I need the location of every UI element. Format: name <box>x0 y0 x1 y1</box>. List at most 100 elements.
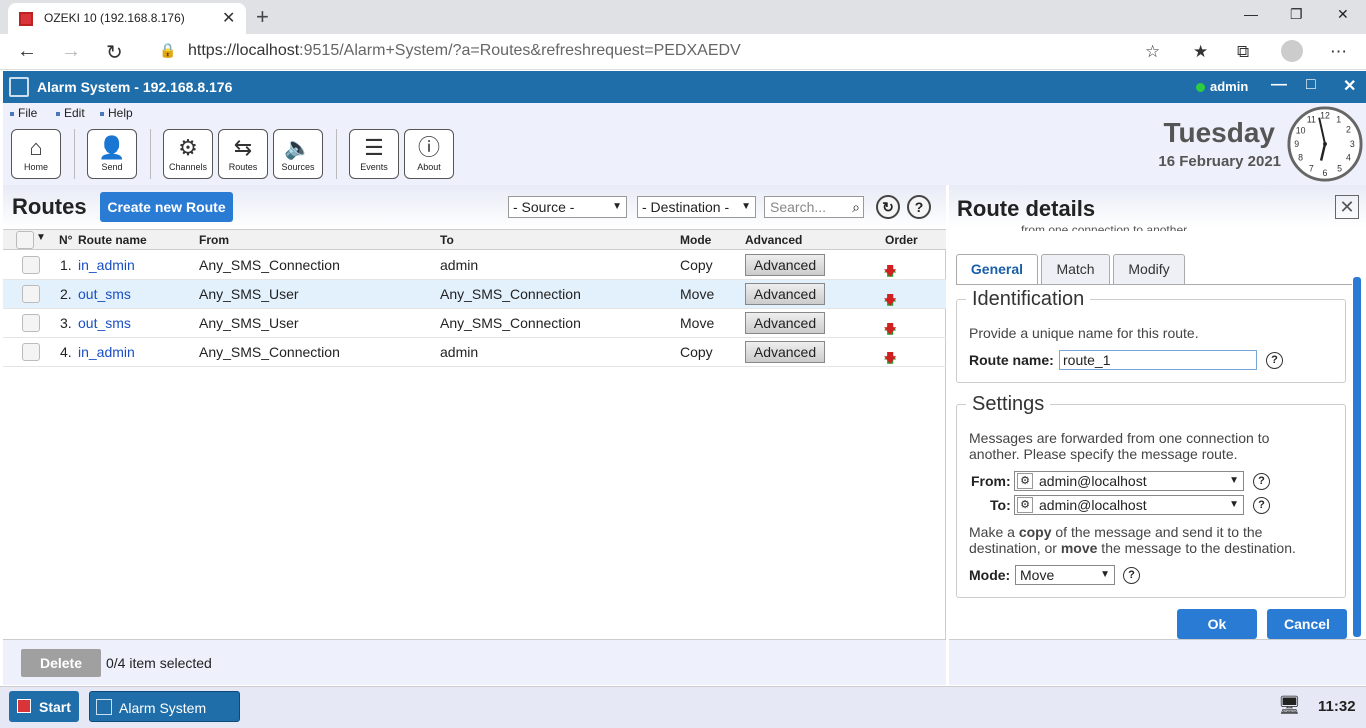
route-name-input[interactable]: route_1 <box>1059 350 1257 370</box>
start-button[interactable]: Start <box>9 691 79 722</box>
ok-button[interactable]: Ok <box>1177 609 1257 639</box>
help-icon[interactable]: ? <box>1253 473 1270 490</box>
restore-window-icon[interactable]: ❐ <box>1290 6 1303 23</box>
reload-icon[interactable]: ↻ <box>106 40 123 65</box>
home-icon: ⌂ <box>29 135 43 160</box>
toolbar-send-button[interactable]: 👤 Send <box>87 129 137 179</box>
toolbar-routes-button[interactable]: ⇆ Routes <box>218 129 268 179</box>
taskbar-app-alarm-system[interactable]: Alarm System <box>89 691 240 722</box>
online-status-icon <box>1196 83 1205 92</box>
url-path: :9515/Alarm+System/?a=Routes&refreshrequ… <box>299 42 741 59</box>
row-number: 2. <box>60 286 72 302</box>
toolbar-about-button[interactable]: ⓘ About <box>404 129 454 179</box>
tab-match[interactable]: Match <box>1041 254 1110 284</box>
route-name-link[interactable]: out_sms <box>78 286 131 302</box>
tab-modify[interactable]: Modify <box>1113 254 1185 284</box>
advanced-button[interactable]: Advanced <box>745 341 825 363</box>
row-checkbox[interactable] <box>22 285 40 303</box>
route-from: Any_SMS_User <box>199 315 299 331</box>
to-label: To: <box>990 497 1011 513</box>
address-bar-row: ← → ↻ 🔒 https://localhost:9515/Alarm+Sys… <box>0 34 1366 70</box>
col-route-name[interactable]: Route name <box>78 233 147 247</box>
forward-icon[interactable]: → <box>61 40 81 63</box>
col-to[interactable]: To <box>440 233 454 247</box>
route-name-link[interactable]: in_admin <box>78 257 135 273</box>
search-input[interactable]: Search... ⌕ <box>764 196 864 218</box>
table-row[interactable]: 1. in_admin Any_SMS_Connection admin Cop… <box>3 251 946 280</box>
app-maximize-icon[interactable]: □ <box>1306 76 1316 94</box>
close-icon[interactable]: ✕ <box>1335 195 1359 219</box>
chevron-down-icon: ▼ <box>741 201 751 212</box>
advanced-button[interactable]: Advanced <box>745 312 825 334</box>
channels-icon: ⚙ <box>178 135 198 160</box>
row-checkbox[interactable] <box>22 343 40 361</box>
toolbar-channels-button[interactable]: ⚙ Channels <box>163 129 213 179</box>
user-name[interactable]: admin <box>1210 79 1248 94</box>
route-name-label: Route name: <box>969 352 1054 368</box>
minimize-window-icon[interactable]: — <box>1244 6 1258 22</box>
app-logo-icon <box>9 77 29 97</box>
mode-select[interactable]: Move ▼ <box>1015 565 1115 585</box>
ozeki-favicon-icon <box>19 12 33 26</box>
advanced-button[interactable]: Advanced <box>745 283 825 305</box>
toolbar-sources-button[interactable]: 🔈 Sources <box>273 129 323 179</box>
help-icon[interactable]: ? <box>1253 497 1270 514</box>
url-field[interactable]: 🔒 https://localhost:9515/Alarm+System/?a… <box>145 36 1175 66</box>
search-icon[interactable]: ⌕ <box>852 197 860 217</box>
app-minimize-icon[interactable]: — <box>1271 76 1287 94</box>
profile-avatar[interactable] <box>1281 40 1303 62</box>
identification-fieldset: Identification Provide a unique name for… <box>956 288 1346 383</box>
new-tab-icon[interactable]: + <box>256 4 269 30</box>
cancel-button[interactable]: Cancel <box>1267 609 1347 639</box>
table-row[interactable]: 2. out_sms Any_SMS_User Any_SMS_Connecti… <box>3 280 946 309</box>
refresh-icon[interactable]: ↻ <box>876 195 900 219</box>
more-menu-icon[interactable]: ⋯ <box>1330 42 1347 62</box>
col-order: Order <box>885 233 918 247</box>
col-from[interactable]: From <box>199 233 229 247</box>
help-icon[interactable]: ? <box>1123 567 1140 584</box>
source-filter-select[interactable]: - Source - ▼ <box>508 196 627 218</box>
close-window-icon[interactable]: ✕ <box>1337 6 1349 23</box>
close-tab-icon[interactable]: ✕ <box>222 8 235 28</box>
details-scrollbar[interactable] <box>1353 277 1361 637</box>
collections-icon[interactable]: ⧉ <box>1237 42 1249 62</box>
menu-help[interactable]: Help <box>100 106 133 120</box>
browser-tab[interactable]: OZEKI 10 (192.168.8.176) ✕ <box>8 3 246 34</box>
add-favorite-icon[interactable]: ☆ <box>1145 42 1160 62</box>
route-name-link[interactable]: in_admin <box>78 344 135 360</box>
send-user-icon: 👤 <box>98 135 126 160</box>
toolbar-events-button[interactable]: ☰ Events <box>349 129 399 179</box>
advanced-button[interactable]: Advanced <box>745 254 825 276</box>
row-checkbox[interactable] <box>22 256 40 274</box>
delete-button[interactable]: Delete <box>21 649 101 677</box>
menu-file[interactable]: File <box>10 106 37 120</box>
select-all-checkbox[interactable] <box>16 231 34 249</box>
monitor-icon[interactable]: 🖥 <box>1278 695 1301 716</box>
tab-general[interactable]: General <box>956 254 1038 285</box>
mode-label: Mode: <box>969 567 1011 583</box>
current-date: 16 February 2021 <box>1158 153 1281 170</box>
menu-edit[interactable]: Edit <box>56 106 85 120</box>
table-row[interactable]: 3. out_sms Any_SMS_User Any_SMS_Connecti… <box>3 309 946 338</box>
to-select[interactable]: ⚙ admin@localhost ▼ <box>1014 495 1244 515</box>
create-route-button[interactable]: Create new Route <box>100 192 233 222</box>
app-close-icon[interactable]: ✕ <box>1343 76 1356 96</box>
analog-clock-icon: 12 12 3 45678 9 1011 <box>1287 106 1363 182</box>
help-icon[interactable]: ? <box>1266 352 1283 369</box>
route-mode: Move <box>680 286 715 302</box>
toolbar-home-button[interactable]: ⌂ Home <box>11 129 61 179</box>
help-icon[interactable]: ? <box>907 195 931 219</box>
col-mode[interactable]: Mode <box>680 233 711 247</box>
routes-header: Routes Create new Route - Source - ▼ - De… <box>3 185 946 229</box>
back-icon[interactable]: ← <box>17 40 37 63</box>
app-window-icon <box>96 699 112 715</box>
browser-tab-title: OZEKI 10 (192.168.8.176) <box>44 11 185 25</box>
select-menu-chevron-icon[interactable]: ▼ <box>36 232 46 243</box>
table-row[interactable]: 4. in_admin Any_SMS_Connection admin Cop… <box>3 338 946 367</box>
route-name-link[interactable]: out_sms <box>78 315 131 331</box>
from-select[interactable]: ⚙ admin@localhost ▼ <box>1014 471 1244 491</box>
destination-filter-select[interactable]: - Destination - ▼ <box>637 196 756 218</box>
row-checkbox[interactable] <box>22 314 40 332</box>
favorites-icon[interactable]: ★ <box>1193 42 1208 62</box>
routes-panel: Routes Create new Route - Source - ▼ - De… <box>3 185 946 685</box>
